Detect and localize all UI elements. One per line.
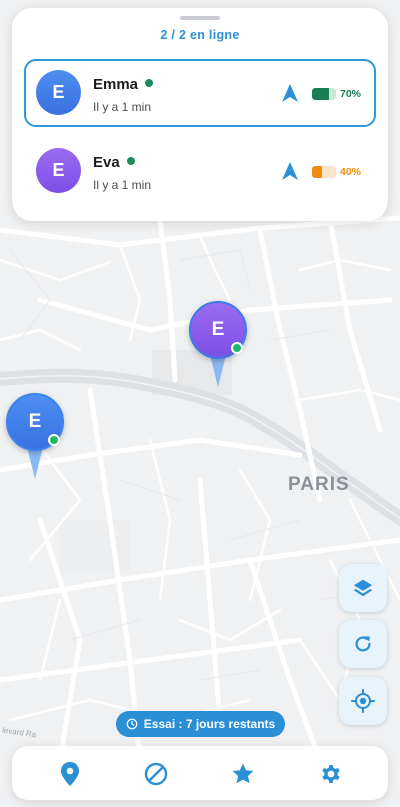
map-marker-eva[interactable]: E bbox=[189, 301, 247, 387]
block-icon bbox=[144, 762, 168, 786]
map-pin-icon bbox=[61, 762, 79, 786]
avatar: E bbox=[36, 70, 81, 115]
last-seen: Il y a 1 min bbox=[93, 178, 152, 192]
battery-indicator bbox=[312, 166, 336, 178]
navigation-arrow-icon bbox=[282, 84, 298, 102]
marker-pin-icon bbox=[210, 355, 226, 387]
nav-map-button[interactable] bbox=[56, 760, 84, 788]
map-marker-emma[interactable]: E bbox=[6, 393, 64, 479]
locate-me-button[interactable] bbox=[339, 677, 387, 725]
layers-button[interactable] bbox=[339, 564, 387, 612]
avatar: E bbox=[36, 148, 81, 193]
battery-indicator bbox=[312, 88, 336, 100]
user-card-eva[interactable]: E Eva Il y a 1 min 40% bbox=[24, 138, 376, 206]
avatar-initial: E bbox=[52, 160, 65, 180]
online-count: 2 / 2 en ligne bbox=[160, 28, 240, 42]
layers-icon bbox=[353, 579, 373, 597]
bottom-navigation bbox=[12, 746, 388, 800]
nav-favorites-button[interactable] bbox=[229, 760, 257, 788]
user-card-emma[interactable]: E Emma Il y a 1 min 70% bbox=[24, 59, 376, 127]
nav-block-button[interactable] bbox=[142, 760, 170, 788]
crosshair-icon bbox=[351, 689, 375, 713]
marker-online-dot bbox=[231, 342, 243, 354]
battery-fill bbox=[312, 166, 322, 178]
online-status-dot bbox=[145, 79, 154, 87]
user-name-text: Eva bbox=[93, 154, 120, 171]
gear-icon bbox=[322, 765, 340, 783]
refresh-icon bbox=[355, 636, 371, 652]
refresh-button[interactable] bbox=[339, 620, 387, 668]
trial-label: Essai : 7 jours restants bbox=[143, 717, 276, 731]
navigation-arrow-icon bbox=[282, 162, 298, 180]
user-name-text: Emma bbox=[93, 76, 139, 93]
user-name: Emma bbox=[93, 76, 154, 93]
battery-fill bbox=[312, 88, 329, 100]
marker-pin-icon bbox=[27, 447, 43, 479]
marker-initial: E bbox=[211, 319, 225, 340]
drag-handle[interactable] bbox=[180, 16, 220, 20]
battery-percent: 70% bbox=[340, 88, 362, 100]
online-status-dot bbox=[126, 157, 135, 165]
battery-percent: 40% bbox=[340, 166, 362, 178]
avatar-initial: E bbox=[52, 82, 65, 102]
nav-settings-button[interactable] bbox=[317, 760, 345, 788]
star-icon bbox=[232, 763, 254, 784]
users-panel: 2 / 2 en ligne E Emma Il y a 1 min 70% E… bbox=[12, 8, 388, 221]
marker-initial: E bbox=[28, 411, 42, 432]
last-seen: Il y a 1 min bbox=[93, 100, 152, 114]
marker-online-dot bbox=[48, 434, 60, 446]
map-city-label: PARIS bbox=[288, 474, 350, 495]
user-name: Eva bbox=[93, 154, 135, 171]
trial-badge[interactable]: Essai : 7 jours restants bbox=[116, 711, 285, 737]
clock-icon bbox=[126, 718, 138, 730]
